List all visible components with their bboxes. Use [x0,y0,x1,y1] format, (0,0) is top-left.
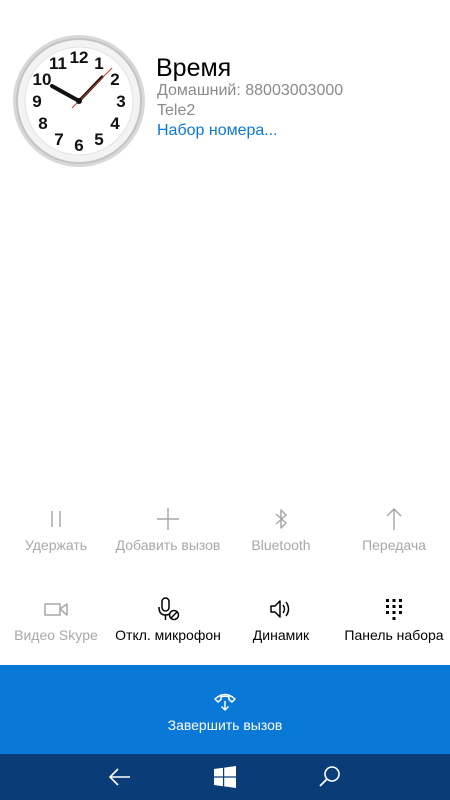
mute-label: Откл. микрофон [115,627,221,643]
microphone-mute-icon [158,597,180,621]
end-call-label: Завершить вызов [167,717,283,733]
bluetooth-icon [275,509,287,529]
keypad-button[interactable]: Панель набора [338,590,450,670]
transfer-label: Передача [362,537,426,553]
speaker-icon [270,600,290,618]
hold-label: Удержать [24,537,88,553]
svg-text:7: 7 [54,130,63,149]
contact-phone-number: Домашний: 88003003000 [157,82,344,99]
back-arrow-icon[interactable] [106,763,134,791]
call-controls-row-2: Видео Skype Откл. микрофон Динамик Панел… [0,590,450,670]
contact-card: 12 1 2 3 4 5 6 7 8 9 10 11 Время Домашни… [0,0,450,180]
svg-text:1: 1 [94,54,103,73]
speaker-button[interactable]: Динамик [225,590,337,670]
windows-logo-icon[interactable] [211,763,239,791]
add-call-button[interactable]: Добавить вызов [112,500,224,580]
keypad-icon [386,599,402,620]
add-call-label: Добавить вызов [115,537,221,553]
skype-video-label: Видео Skype [14,627,98,643]
speaker-label: Динамик [252,627,310,643]
svg-text:8: 8 [38,114,47,133]
call-status: Набор номера... [157,122,278,139]
transfer-button[interactable]: Передача [338,500,450,580]
svg-text:3: 3 [116,92,125,111]
skype-video-button[interactable]: Видео Skype [0,590,112,670]
svg-text:5: 5 [94,130,103,149]
system-navigation-bar [0,754,450,800]
call-controls-row-1: Удержать Добавить вызов Bluetooth Переда… [0,500,450,580]
video-camera-icon [44,603,68,616]
svg-text:2: 2 [110,70,119,89]
bluetooth-label: Bluetooth [251,537,311,553]
svg-text:12: 12 [70,48,89,67]
svg-text:9: 9 [32,92,41,111]
search-icon[interactable] [316,763,344,791]
svg-text:4: 4 [110,114,120,133]
hold-button[interactable]: Удержать [0,500,112,580]
pause-icon [51,511,61,527]
contact-name: Время [156,54,232,82]
hang-up-icon [214,693,236,712]
keypad-label: Панель набора [344,627,444,643]
plus-icon [157,508,179,530]
svg-text:6: 6 [74,136,83,155]
arrow-up-icon [386,507,402,530]
contact-photo-wall-clock: 12 1 2 3 4 5 6 7 8 9 10 11 [13,35,145,167]
end-call-button[interactable]: Завершить вызов [0,665,450,754]
svg-text:11: 11 [49,54,67,73]
carrier-name: Tele2 [157,102,196,119]
mute-button[interactable]: Откл. микрофон [112,590,224,670]
bluetooth-button[interactable]: Bluetooth [225,500,337,580]
